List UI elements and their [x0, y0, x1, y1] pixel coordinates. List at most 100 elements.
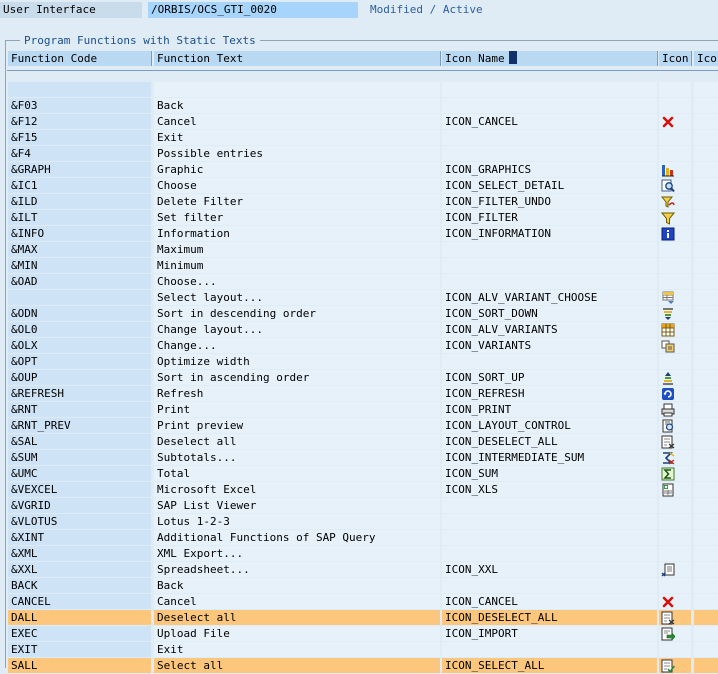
function-code-cell[interactable]: CANCEL: [8, 594, 151, 609]
table-row[interactable]: &F4 Possible entries: [0, 146, 718, 162]
icon-text-cell[interactable]: [694, 242, 718, 257]
function-code-cell[interactable]: &XINT: [8, 530, 151, 545]
icon-name-cell[interactable]: [442, 146, 657, 161]
function-text-cell[interactable]: Total: [154, 466, 440, 481]
function-text-cell[interactable]: Minimum: [154, 258, 440, 273]
function-text-cell[interactable]: Cancel: [154, 594, 440, 609]
icon-text-cell[interactable]: [694, 146, 718, 161]
icon-name-cell[interactable]: ICON_DESELECT_ALL: [442, 610, 657, 625]
icon-text-cell[interactable]: [694, 402, 718, 417]
function-text-cell[interactable]: Maximum: [154, 242, 440, 257]
function-text-cell[interactable]: Delete Filter: [154, 194, 440, 209]
icon-name-cell[interactable]: ICON_GRAPHICS: [442, 162, 657, 177]
icon-name-cell[interactable]: ICON_VARIANTS: [442, 338, 657, 353]
icon-name-cell[interactable]: ICON_IMPORT: [442, 626, 657, 641]
function-code-cell[interactable]: &VEXCEL: [8, 482, 151, 497]
table-row[interactable]: &OLX Change... ICON_VARIANTS: [0, 338, 718, 354]
function-text-cell[interactable]: Deselect all: [154, 434, 440, 449]
function-text-cell[interactable]: Spreadsheet...: [154, 562, 440, 577]
icon-text-cell[interactable]: [694, 226, 718, 241]
table-row[interactable]: &RNT_PREV Print preview ICON_LAYOUT_CONTRO…: [0, 418, 718, 434]
function-code-cell[interactable]: &SUM: [8, 450, 151, 465]
icon-name-cell[interactable]: [442, 578, 657, 593]
icon-text-cell[interactable]: [694, 290, 718, 305]
icon-name-cell[interactable]: ICON_REFRESH: [442, 386, 657, 401]
function-code-cell[interactable]: &OUP: [8, 370, 151, 385]
function-code-cell[interactable]: &MAX: [8, 242, 151, 257]
icon-text-cell[interactable]: [694, 338, 718, 353]
icon-name-cell[interactable]: [442, 546, 657, 561]
function-text-cell[interactable]: Optimize width: [154, 354, 440, 369]
function-text-cell[interactable]: Refresh: [154, 386, 440, 401]
icon-name-cell[interactable]: ICON_LAYOUT_CONTROL: [442, 418, 657, 433]
icon-name-cell[interactable]: ICON_DESELECT_ALL: [442, 434, 657, 449]
function-code-cell[interactable]: &XML: [8, 546, 151, 561]
table-row[interactable]: EXEC Upload File ICON_IMPORT: [0, 626, 718, 642]
table-row[interactable]: &F15 Exit: [0, 130, 718, 146]
column-header-icon-name[interactable]: Icon Name: [442, 51, 658, 66]
function-text-cell[interactable]: Back: [154, 578, 440, 593]
table-row[interactable]: &ODN Sort in descending order ICON_SORT_DO…: [0, 306, 718, 322]
function-code-cell[interactable]: EXEC: [8, 626, 151, 641]
icon-text-cell[interactable]: [694, 178, 718, 193]
function-code-cell[interactable]: [8, 82, 151, 97]
function-code-cell[interactable]: &XXL: [8, 562, 151, 577]
icon-text-cell[interactable]: [694, 162, 718, 177]
icon-text-cell[interactable]: [694, 418, 718, 433]
icon-name-cell[interactable]: [442, 242, 657, 257]
icon-name-cell[interactable]: ICON_PRINT: [442, 402, 657, 417]
icon-text-cell[interactable]: [694, 658, 718, 673]
function-code-cell[interactable]: &F03: [8, 98, 151, 113]
table-row[interactable]: &INFO Information ICON_INFORMATION: [0, 226, 718, 242]
icon-text-cell[interactable]: [694, 370, 718, 385]
function-text-cell[interactable]: Set filter: [154, 210, 440, 225]
icon-name-cell[interactable]: ICON_INTERMEDIATE_SUM: [442, 450, 657, 465]
icon-text-cell[interactable]: [694, 258, 718, 273]
function-code-cell[interactable]: &REFRESH: [8, 386, 151, 401]
function-code-cell[interactable]: &OL0: [8, 322, 151, 337]
icon-name-cell[interactable]: ICON_CANCEL: [442, 114, 657, 129]
function-text-cell[interactable]: SAP List Viewer: [154, 498, 440, 513]
icon-name-cell[interactable]: [442, 514, 657, 529]
table-row[interactable]: &F03 Back: [0, 98, 718, 114]
icon-text-cell[interactable]: [694, 210, 718, 225]
function-text-cell[interactable]: Possible entries: [154, 146, 440, 161]
icon-text-cell[interactable]: [694, 482, 718, 497]
table-row[interactable]: &UMC Total ICON_SUM: [0, 466, 718, 482]
function-code-cell[interactable]: &INFO: [8, 226, 151, 241]
function-code-cell[interactable]: EXIT: [8, 642, 151, 657]
icon-text-cell[interactable]: [694, 98, 718, 113]
interface-name-field[interactable]: /ORBIS/OCS_GTI_0020: [148, 2, 358, 18]
icon-text-cell[interactable]: [694, 642, 718, 657]
function-text-cell[interactable]: Exit: [154, 130, 440, 145]
table-row[interactable]: &SAL Deselect all ICON_DESELECT_ALL: [0, 434, 718, 450]
function-text-cell[interactable]: Information: [154, 226, 440, 241]
function-code-cell[interactable]: &VLOTUS: [8, 514, 151, 529]
column-header-function-text[interactable]: Function Text: [154, 51, 441, 66]
icon-text-cell[interactable]: [694, 466, 718, 481]
column-header-icon[interactable]: Icon: [659, 51, 692, 66]
table-row[interactable]: CANCEL Cancel ICON_CANCEL: [0, 594, 718, 610]
function-code-cell[interactable]: &VGRID: [8, 498, 151, 513]
icon-name-cell[interactable]: ICON_SELECT_ALL: [442, 658, 657, 673]
icon-text-cell[interactable]: [694, 274, 718, 289]
function-code-cell[interactable]: &RNT_PREV: [8, 418, 151, 433]
icon-name-cell[interactable]: [442, 258, 657, 273]
icon-name-cell[interactable]: [442, 530, 657, 545]
icon-name-cell[interactable]: ICON_CANCEL: [442, 594, 657, 609]
icon-name-cell[interactable]: ICON_SORT_UP: [442, 370, 657, 385]
table-row[interactable]: &GRAPH Graphic ICON_GRAPHICS: [0, 162, 718, 178]
function-code-cell[interactable]: &OAD: [8, 274, 151, 289]
icon-name-cell[interactable]: ICON_FILTER: [442, 210, 657, 225]
icon-text-cell[interactable]: [694, 498, 718, 513]
function-code-cell[interactable]: &SAL: [8, 434, 151, 449]
icon-text-cell[interactable]: [694, 354, 718, 369]
icon-name-cell[interactable]: ICON_SUM: [442, 466, 657, 481]
icon-text-cell[interactable]: [694, 578, 718, 593]
column-header-function-code[interactable]: Function Code: [8, 51, 152, 66]
icon-name-cell[interactable]: ICON_SORT_DOWN: [442, 306, 657, 321]
function-code-cell[interactable]: &GRAPH: [8, 162, 151, 177]
icon-name-cell[interactable]: [442, 642, 657, 657]
function-code-cell[interactable]: DALL: [8, 610, 151, 625]
function-code-cell[interactable]: &RNT: [8, 402, 151, 417]
